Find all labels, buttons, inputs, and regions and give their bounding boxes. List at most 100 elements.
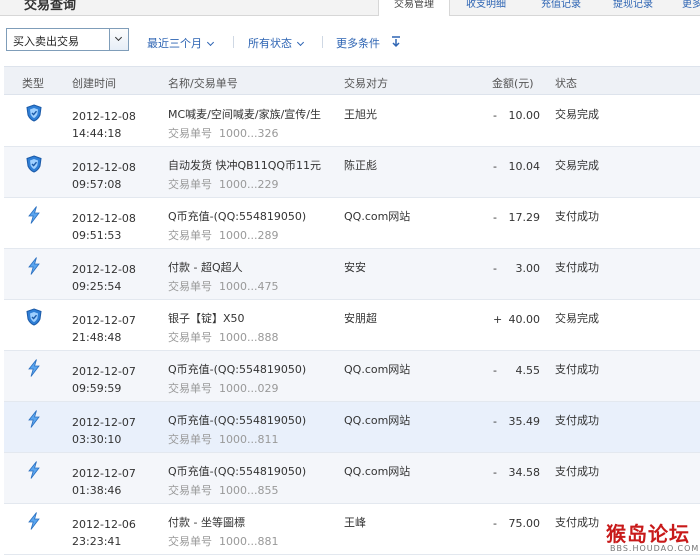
table-row[interactable]: 2012-12-07 03:30:10 Q币充值-(QQ:554819050) 交易单… (4, 402, 700, 453)
created-date: 2012-12-06 (72, 518, 136, 531)
counterparty: 王峰 (344, 516, 366, 529)
item-name-link[interactable]: Q币充值-(QQ:554819050) (168, 412, 306, 428)
column-name-order: 名称/交易单号 (168, 77, 238, 90)
table-row[interactable]: 2012-12-07 09:59:59 Q币充值-(QQ:554819050) 交易单… (4, 351, 700, 402)
column-counterparty: 交易对方 (344, 77, 388, 90)
item-name-link[interactable]: 付款 - 坐等圖標 (168, 514, 245, 530)
tab-recharge-records[interactable]: 充值记录 (528, 0, 594, 16)
lightning-icon (26, 410, 42, 428)
table-row[interactable]: 2012-12-08 14:44:18 MC喊麦/空间喊麦/家族/宣传/生 交易单号 … (4, 96, 700, 147)
counterparty: 陈正彪 (344, 159, 377, 172)
created-time: 2012-12-08 09:51:53 (72, 210, 136, 244)
table-row[interactable]: 2012-12-07 21:48:48 银子【锭】X50 交易单号 1000...88… (4, 300, 700, 351)
created-date: 2012-12-07 (72, 416, 136, 429)
amount-sign: - (493, 364, 497, 377)
created-date: 2012-12-08 (72, 212, 136, 225)
amount-sign: - (493, 466, 497, 479)
amount-value: 4.55 (515, 364, 541, 377)
order-number-value: 1000...475 (219, 280, 279, 293)
lightning-icon (26, 512, 42, 530)
created-clock: 03:30:10 (72, 433, 122, 446)
order-number: 交易单号 1000...475 (168, 278, 278, 294)
order-number-value: 1000...855 (219, 484, 279, 497)
item-name-link[interactable]: MC喊麦/空间喊麦/家族/宣传/生 (168, 106, 321, 122)
item-name-link[interactable]: 付款 - 超Q超人 (168, 259, 243, 275)
order-number: 交易单号 1000...888 (168, 329, 278, 345)
table-row[interactable]: 2012-12-08 09:25:54 付款 - 超Q超人 交易单号 1000...4… (4, 249, 700, 300)
order-number: 交易单号 1000...229 (168, 176, 278, 192)
time-range-label: 最近三个月 (147, 37, 202, 50)
status-text: 交易完成 (555, 312, 599, 325)
order-number-label: 交易单号 (168, 535, 212, 548)
status-text: 交易完成 (555, 159, 599, 172)
amount-sign: - (493, 109, 497, 122)
shield-icon (26, 308, 42, 326)
watermark-url: BBS.HOUDAO.COM (610, 544, 700, 553)
order-number: 交易单号 1000...811 (168, 431, 278, 447)
tab-withdraw-records[interactable]: 提现记录 (600, 0, 666, 16)
order-number-value: 1000...229 (219, 178, 279, 191)
created-date: 2012-12-07 (72, 467, 136, 480)
order-number-label: 交易单号 (168, 484, 212, 497)
order-number-value: 1000...888 (219, 331, 279, 344)
tab-income-expense[interactable]: 收支明细 (452, 0, 520, 16)
select-dropdown-button[interactable] (109, 29, 128, 50)
tab-more[interactable]: 更多 (672, 0, 700, 16)
order-number: 交易单号 1000...326 (168, 125, 278, 141)
column-amount: 金额(元) (492, 77, 534, 90)
table-row[interactable]: 2012-12-08 09:57:08 自动发货 快冲QB11QQ币11元 交易单号 … (4, 147, 700, 198)
item-name-link[interactable]: Q币充值-(QQ:554819050) (168, 361, 306, 377)
amount-sign: - (493, 211, 497, 224)
created-clock: 09:51:53 (72, 229, 122, 242)
order-number: 交易单号 1000...881 (168, 533, 278, 549)
expand-down-icon[interactable] (391, 36, 401, 48)
order-number-label: 交易单号 (168, 229, 212, 242)
item-name-link[interactable]: Q币充值-(QQ:554819050) (168, 463, 306, 479)
amount-sign: - (493, 262, 497, 275)
status-text: 支付成功 (555, 414, 599, 427)
watermark-text: 猴岛论坛 (606, 522, 690, 546)
divider (322, 36, 323, 48)
table-row[interactable]: 2012-12-06 23:23:41 付款 - 坐等圖標 交易单号 1000...8… (4, 504, 700, 555)
created-time: 2012-12-08 09:57:08 (72, 159, 136, 193)
item-name-link[interactable]: 自动发货 快冲QB11QQ币11元 (168, 157, 321, 173)
created-clock: 14:44:18 (72, 127, 122, 140)
time-range-filter[interactable]: 最近三个月 (147, 35, 215, 51)
created-clock: 09:25:54 (72, 280, 122, 293)
created-clock: 01:38:46 (72, 484, 122, 497)
column-created-time: 创建时间 (72, 77, 116, 90)
trade-type-select[interactable]: 买入卖出交易 (6, 28, 129, 51)
chevron-down-icon (114, 33, 123, 42)
table-header: 类型 创建时间 名称/交易单号 交易对方 金额(元) 状态 (4, 66, 700, 95)
item-name-link[interactable]: Q币充值-(QQ:554819050) (168, 208, 306, 224)
created-date: 2012-12-08 (72, 161, 136, 174)
amount-value: 35.49 (508, 415, 541, 428)
order-number: 交易单号 1000...855 (168, 482, 278, 498)
table-row[interactable]: 2012-12-08 09:51:53 Q币充值-(QQ:554819050) 交易单… (4, 198, 700, 249)
created-time: 2012-12-07 03:30:10 (72, 414, 136, 448)
item-name-link[interactable]: 银子【锭】X50 (168, 310, 245, 326)
order-number-value: 1000...289 (219, 229, 279, 242)
lightning-icon (26, 206, 42, 224)
amount-sign: - (493, 517, 497, 530)
order-number-label: 交易单号 (168, 382, 212, 395)
status-text: 支付成功 (555, 465, 599, 478)
created-clock: 09:59:59 (72, 382, 122, 395)
filter-bar: 买入卖出交易 最近三个月 所有状态 更多条件 (0, 16, 700, 66)
order-number-label: 交易单号 (168, 433, 212, 446)
created-time: 2012-12-07 21:48:48 (72, 312, 136, 346)
tab-trade-management[interactable]: 交易管理 (378, 0, 450, 17)
counterparty: 安安 (344, 261, 366, 274)
status-filter[interactable]: 所有状态 (248, 35, 305, 51)
order-number-value: 1000...881 (219, 535, 279, 548)
counterparty: QQ.com网站 (344, 363, 411, 376)
order-number-label: 交易单号 (168, 331, 212, 344)
created-clock: 21:48:48 (72, 331, 122, 344)
divider (233, 36, 234, 48)
status-text: 支付成功 (555, 261, 599, 274)
counterparty: QQ.com网站 (344, 465, 411, 478)
more-conditions-link[interactable]: 更多条件 (336, 35, 380, 51)
amount-value: 17.29 (508, 211, 541, 224)
table-row[interactable]: 2012-12-07 01:38:46 Q币充值-(QQ:554819050) 交易单… (4, 453, 700, 504)
forum-watermark-logo: 猴岛论坛 BBS.HOUDAO.COM (600, 516, 700, 556)
